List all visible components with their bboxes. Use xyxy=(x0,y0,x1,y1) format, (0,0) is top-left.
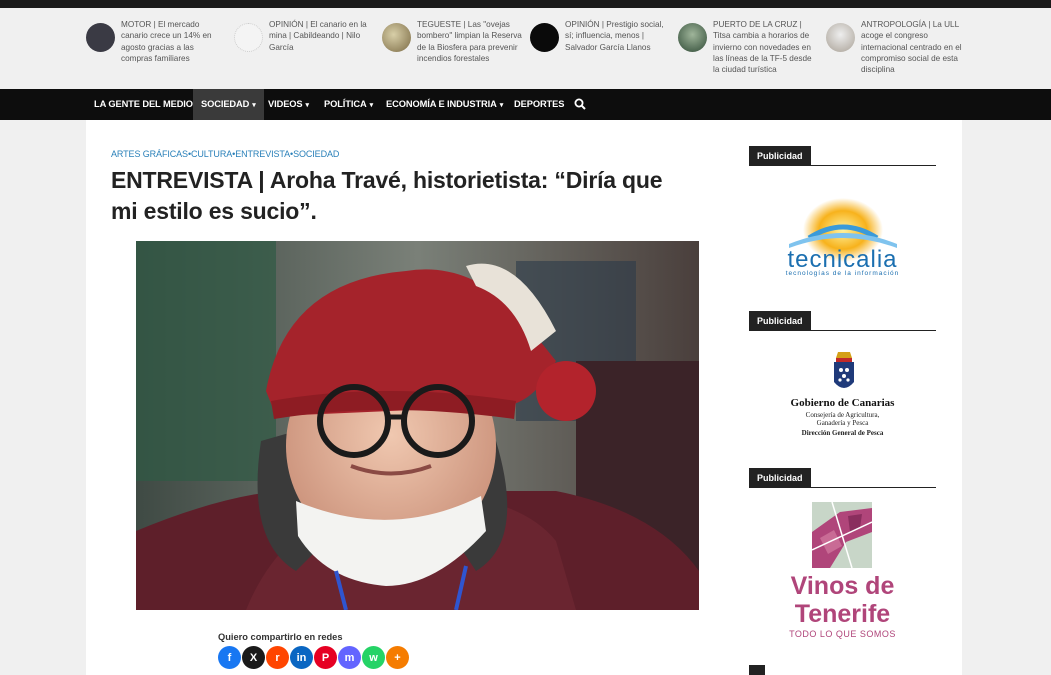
ad-heading: Publicidad xyxy=(749,468,936,488)
ticker-item[interactable]: ANTROPOLOGÍA | La ULL acoge el congreso … xyxy=(826,19,966,75)
top-strip xyxy=(0,0,1051,8)
ticker-headline[interactable]: OPINIÓN | Prestigio social, sí; influenc… xyxy=(565,19,670,53)
pinterest-icon[interactable]: P xyxy=(314,646,337,669)
ticker-headline[interactable]: ANTROPOLOGÍA | La ULL acoge el congreso … xyxy=(861,19,966,75)
ticker-item[interactable]: OPINIÓN | Prestigio social, sí; influenc… xyxy=(530,19,670,53)
nav-item-sociedad[interactable]: SOCIEDAD ▾ xyxy=(193,89,264,120)
nav-item-label: SOCIEDAD xyxy=(201,99,250,109)
nav-item-politica[interactable]: POLÍTICA ▾ xyxy=(316,89,381,120)
ad-gobierno-de-canarias[interactable]: Gobierno de Canarias Consejería de Agric… xyxy=(749,350,936,442)
vinos-tagline: TODO LO QUE SOMOS xyxy=(789,629,896,639)
more-icon[interactable]: + xyxy=(386,646,409,669)
tecnicalia-tagline: tecnologías de la información xyxy=(785,270,900,277)
ad-heading: Publicidad xyxy=(749,146,936,166)
gobierno-line1: Consejería de Agricultura, xyxy=(805,411,880,419)
gobierno-line2: Ganadería y Pesca xyxy=(816,419,869,427)
chevron-down-icon: ▾ xyxy=(252,102,256,109)
ticker-item[interactable]: OPINIÓN | El canario en la mina | Cabild… xyxy=(234,19,374,53)
chevron-down-icon: ▾ xyxy=(499,102,504,109)
ticker-thumbnail[interactable] xyxy=(234,23,263,52)
ticker-thumbnail[interactable] xyxy=(530,23,559,52)
vinos-logo-icon xyxy=(812,502,872,568)
ticker-item[interactable]: TEGUESTE | Las "ovejas bombero" limpian … xyxy=(382,19,522,64)
nav-item-label: POLÍTICA xyxy=(324,99,367,109)
ad-heading-label: Publicidad xyxy=(749,468,811,488)
ad-tecnicalia[interactable]: tecnicalia tecnologías de la información xyxy=(749,192,936,282)
whatsapp-icon[interactable]: w xyxy=(362,646,385,669)
mastodon-icon[interactable]: m xyxy=(338,646,361,669)
ad-heading-label xyxy=(749,665,765,675)
ad-heading-label: Publicidad xyxy=(749,146,811,166)
ad-heading-label: Publicidad xyxy=(749,311,811,331)
nav-item-deportes[interactable]: DEPORTES xyxy=(506,89,572,120)
chevron-down-icon: ▾ xyxy=(305,102,310,109)
x-icon[interactable]: X xyxy=(242,646,265,669)
share-buttons: f X r in P m w + xyxy=(218,646,409,669)
gobierno-brand: Gobierno de Canarias xyxy=(790,397,895,409)
article-featured-image xyxy=(136,241,699,610)
ticker-thumbnail[interactable] xyxy=(382,23,411,52)
nav-item-economia-e-industria[interactable]: ECONOMÍA E INDUSTRIA ▾ xyxy=(378,89,511,120)
ticker-headline[interactable]: TEGUESTE | Las "ovejas bombero" limpian … xyxy=(417,19,522,64)
nav-item-label: ECONOMÍA E INDUSTRIA xyxy=(386,99,497,109)
vinos-brand-line2: Tenerife xyxy=(794,600,891,628)
chevron-down-icon: ▾ xyxy=(369,102,374,109)
article-title: ENTREVISTA | Aroha Travé, historietista:… xyxy=(111,167,663,224)
gobierno-line3: Dirección General de Pesca xyxy=(801,429,884,437)
ticker-item[interactable]: PUERTO DE LA CRUZ | Titsa cambia a horar… xyxy=(678,19,818,75)
ticker-headline[interactable]: MOTOR | El mercado canario crece un 14% … xyxy=(121,19,226,64)
share-label: Quiero compartirlo en redes xyxy=(218,632,343,642)
ticker-headline[interactable]: PUERTO DE LA CRUZ | Titsa cambia a horar… xyxy=(713,19,818,75)
nav-item-label: VIDEOS xyxy=(268,99,303,109)
article-categories[interactable]: ARTES GRÁFICAS•CULTURA•ENTREVISTA•SOCIED… xyxy=(111,149,339,159)
ad-heading: Publicidad xyxy=(749,311,936,331)
reddit-icon[interactable]: r xyxy=(266,646,289,669)
ticker-thumbnail[interactable] xyxy=(826,23,855,52)
nav-item-label: DEPORTES xyxy=(514,99,565,109)
nav-item-videos[interactable]: VIDEOS ▾ xyxy=(260,89,317,120)
ad-vinos-de-tenerife[interactable]: Vinos de Tenerife TODO LO QUE SOMOS xyxy=(749,500,936,645)
facebook-icon[interactable]: f xyxy=(218,646,241,669)
news-ticker: MOTOR | El mercado canario crece un 14% … xyxy=(0,8,1051,89)
ad-heading xyxy=(749,665,936,675)
ticker-thumbnail[interactable] xyxy=(86,23,115,52)
vinos-brand-line1: Vinos de xyxy=(790,572,895,600)
linkedin-icon[interactable]: in xyxy=(290,646,313,669)
ticker-item[interactable]: MOTOR | El mercado canario crece un 14% … xyxy=(86,19,226,64)
nav-item-label: LA GENTE DEL MEDIO xyxy=(94,99,193,109)
coat-of-arms-icon xyxy=(834,352,854,388)
ticker-thumbnail[interactable] xyxy=(678,23,707,52)
ticker-headline[interactable]: OPINIÓN | El canario en la mina | Cabild… xyxy=(269,19,374,53)
search-icon[interactable] xyxy=(574,98,586,110)
main-navigation: LA GENTE DEL MEDIO SOCIEDAD ▾ VIDEOS ▾ POL… xyxy=(0,89,1051,120)
nav-item-la-gente-del-medio[interactable]: LA GENTE DEL MEDIO xyxy=(86,89,201,120)
